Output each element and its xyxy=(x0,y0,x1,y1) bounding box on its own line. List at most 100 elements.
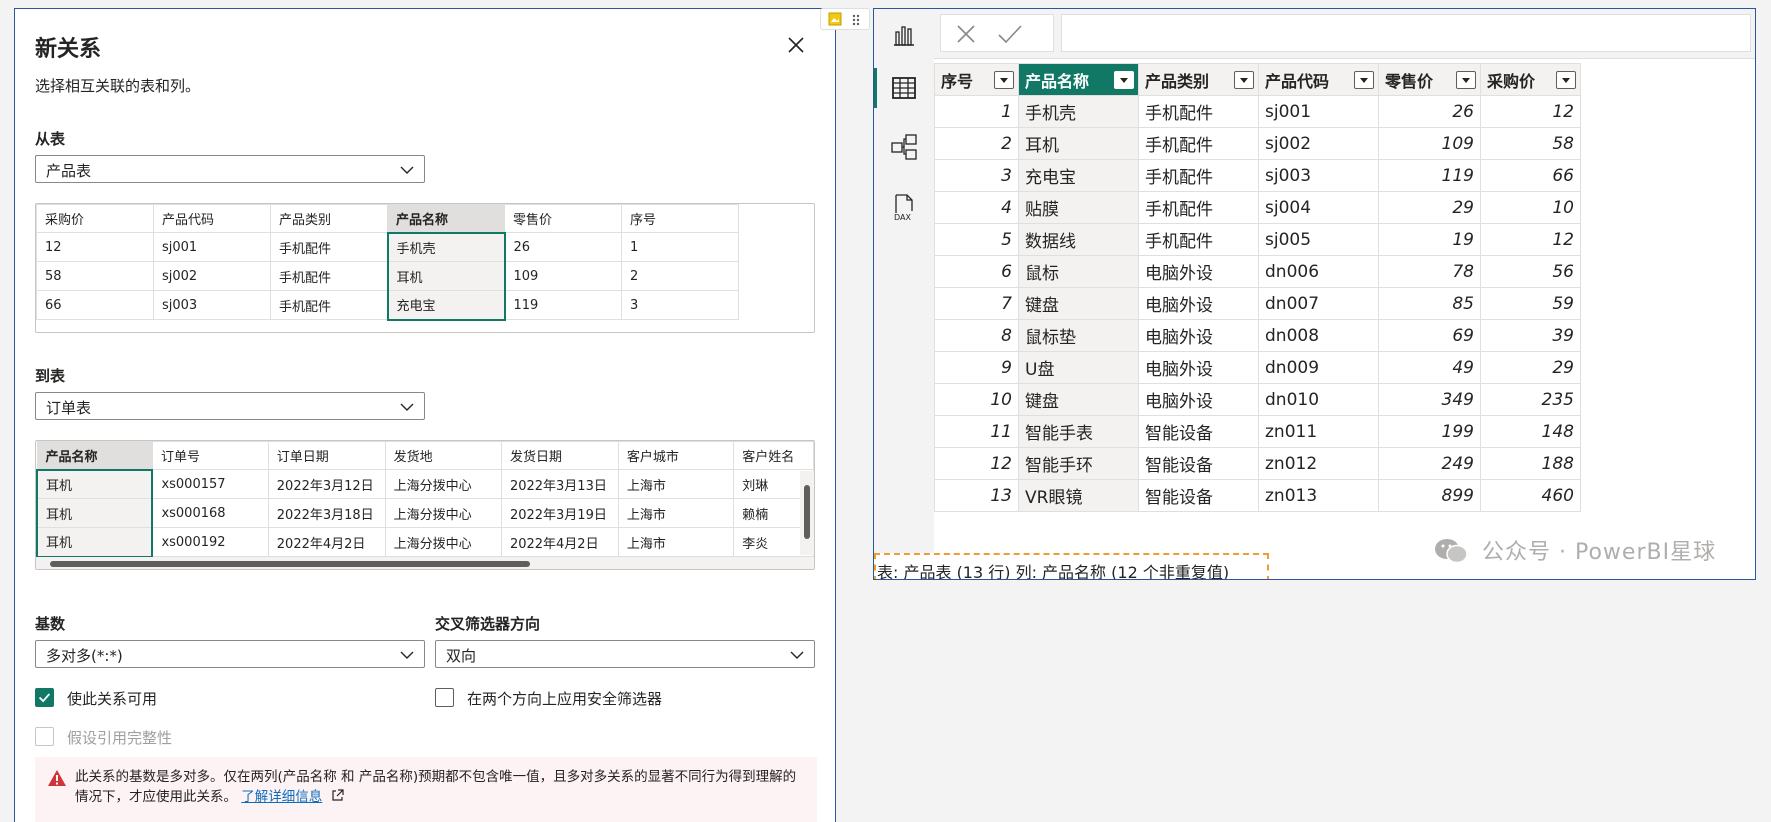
data-cell[interactable]: 手机配件 xyxy=(1138,223,1259,256)
horizontal-scrollbar[interactable] xyxy=(36,557,814,569)
to-table-column-header[interactable]: 产品名称 xyxy=(36,441,153,470)
to-table-column-header[interactable]: 客户姓名 xyxy=(733,441,814,470)
horizontal-scroll-thumb[interactable] xyxy=(50,561,530,567)
data-cell[interactable]: 4 xyxy=(934,191,1019,224)
security-filter-checkbox[interactable] xyxy=(435,688,454,707)
to-table-cell[interactable]: 2022年3月19日 xyxy=(500,498,619,528)
data-cell[interactable]: 49 xyxy=(1378,351,1481,384)
data-cell[interactable]: 电脑外设 xyxy=(1138,383,1259,416)
data-cell[interactable]: 7 xyxy=(934,287,1019,320)
data-view-button[interactable] xyxy=(884,68,924,108)
data-cell[interactable]: dn006 xyxy=(1258,255,1379,288)
from-table-cell[interactable]: 手机配件 xyxy=(270,232,388,262)
from-table-cell[interactable]: 2 xyxy=(621,261,739,291)
filter-dropdown-icon[interactable] xyxy=(1456,71,1476,89)
data-cell[interactable]: dn009 xyxy=(1258,351,1379,384)
data-cell[interactable]: 智能设备 xyxy=(1138,415,1259,448)
data-cell[interactable]: 10 xyxy=(1480,191,1581,224)
data-cell[interactable]: 电脑外设 xyxy=(1138,319,1259,352)
data-cell[interactable]: 智能手环 xyxy=(1018,447,1139,480)
to-table-cell[interactable]: 耳机 xyxy=(36,527,154,558)
data-cell[interactable]: 1 xyxy=(934,95,1019,128)
data-cell[interactable]: 78 xyxy=(1378,255,1481,288)
data-cell[interactable]: zn013 xyxy=(1258,479,1379,512)
filter-dropdown-icon[interactable] xyxy=(1354,71,1374,89)
filter-dropdown-icon[interactable] xyxy=(994,71,1014,89)
from-table-cell[interactable]: 手机壳 xyxy=(386,231,506,262)
crossfilter-dropdown[interactable]: 双向 xyxy=(435,640,815,668)
to-table-column-header[interactable]: 发货日期 xyxy=(500,441,619,470)
to-table-column-header[interactable]: 订单日期 xyxy=(267,441,386,470)
filter-dropdown-icon[interactable] xyxy=(1556,71,1576,89)
data-cell[interactable]: 电脑外设 xyxy=(1138,255,1259,288)
learn-more-link[interactable]: 了解详细信息 xyxy=(241,789,322,805)
cancel-icon[interactable] xyxy=(955,23,977,45)
from-table-cell[interactable]: 耳机 xyxy=(386,261,506,291)
data-cell[interactable]: 耳机 xyxy=(1018,127,1139,160)
formula-input[interactable] xyxy=(1061,14,1751,52)
data-cell[interactable]: dn008 xyxy=(1258,319,1379,352)
commit-icon[interactable] xyxy=(997,23,1023,45)
from-table-cell[interactable]: 109 xyxy=(504,261,622,291)
data-cell[interactable]: 8 xyxy=(934,319,1019,352)
to-table-cell[interactable]: 2022年4月2日 xyxy=(267,527,386,557)
data-cell[interactable]: 电脑外设 xyxy=(1138,287,1259,320)
to-table-cell[interactable]: 2022年3月13日 xyxy=(500,469,619,499)
from-table-cell[interactable]: sj001 xyxy=(153,232,271,262)
to-table-cell[interactable]: 耳机 xyxy=(36,498,154,528)
data-cell[interactable]: 249 xyxy=(1378,447,1481,480)
data-cell[interactable]: 手机配件 xyxy=(1138,191,1259,224)
data-cell[interactable]: 460 xyxy=(1480,479,1581,512)
from-table-cell[interactable]: sj002 xyxy=(153,261,271,291)
data-cell[interactable]: 85 xyxy=(1378,287,1481,320)
to-table-column-header[interactable]: 客户城市 xyxy=(617,441,735,470)
data-cell[interactable]: 66 xyxy=(1480,159,1581,192)
to-table-cell[interactable]: 上海市 xyxy=(617,527,735,557)
data-cell[interactable]: 12 xyxy=(1480,95,1581,128)
data-cell[interactable]: 智能设备 xyxy=(1138,479,1259,512)
to-table-cell[interactable]: xs000168 xyxy=(151,498,269,528)
from-table-column-header[interactable]: 零售价 xyxy=(504,204,622,233)
from-table-column-header[interactable]: 采购价 xyxy=(36,204,154,233)
data-cell[interactable]: sj001 xyxy=(1258,95,1379,128)
data-cell[interactable]: 智能设备 xyxy=(1138,447,1259,480)
data-cell[interactable]: 10 xyxy=(934,383,1019,416)
data-cell[interactable]: 键盘 xyxy=(1018,383,1139,416)
data-column-header[interactable]: 采购价 xyxy=(1480,63,1581,96)
data-cell[interactable]: zn011 xyxy=(1258,415,1379,448)
data-cell[interactable]: sj005 xyxy=(1258,223,1379,256)
from-table-cell[interactable]: 26 xyxy=(504,232,622,262)
data-cell[interactable]: 9 xyxy=(934,351,1019,384)
from-table-column-header[interactable]: 产品名称 xyxy=(387,204,505,233)
data-cell[interactable]: 69 xyxy=(1378,319,1481,352)
data-cell[interactable]: 数据线 xyxy=(1018,223,1139,256)
data-cell[interactable]: 19 xyxy=(1378,223,1481,256)
data-cell[interactable]: sj003 xyxy=(1258,159,1379,192)
from-table-cell[interactable]: 66 xyxy=(36,290,154,320)
data-cell[interactable]: 148 xyxy=(1480,415,1581,448)
data-cell[interactable]: 199 xyxy=(1378,415,1481,448)
data-cell[interactable]: 58 xyxy=(1480,127,1581,160)
data-cell[interactable]: 13 xyxy=(934,479,1019,512)
drag-handle-icon[interactable] xyxy=(851,13,861,27)
to-table-column-header[interactable]: 发货地 xyxy=(384,441,502,470)
from-table-cell[interactable]: 119 xyxy=(504,290,622,320)
from-table-cell[interactable]: 手机配件 xyxy=(270,261,388,291)
cardinality-dropdown[interactable]: 多对多(*:*) xyxy=(35,640,425,668)
data-cell[interactable]: dn007 xyxy=(1258,287,1379,320)
data-cell[interactable]: dn010 xyxy=(1258,383,1379,416)
data-cell[interactable]: 手机配件 xyxy=(1138,95,1259,128)
data-cell[interactable]: 贴膜 xyxy=(1018,191,1139,224)
to-table-column-header[interactable]: 订单号 xyxy=(151,441,269,470)
to-table-cell[interactable]: 2022年3月12日 xyxy=(267,469,386,499)
report-view-button[interactable] xyxy=(884,15,924,55)
vertical-scroll-thumb[interactable] xyxy=(804,485,810,539)
data-cell[interactable]: 手机壳 xyxy=(1018,95,1139,128)
data-cell[interactable]: 12 xyxy=(934,447,1019,480)
from-table-dropdown[interactable]: 产品表 xyxy=(35,155,425,183)
data-cell[interactable]: 5 xyxy=(934,223,1019,256)
data-cell[interactable]: 电脑外设 xyxy=(1138,351,1259,384)
model-view-button[interactable] xyxy=(884,127,924,167)
data-column-header[interactable]: 序号 xyxy=(934,63,1019,96)
to-table-cell[interactable]: 2022年3月18日 xyxy=(267,498,386,528)
